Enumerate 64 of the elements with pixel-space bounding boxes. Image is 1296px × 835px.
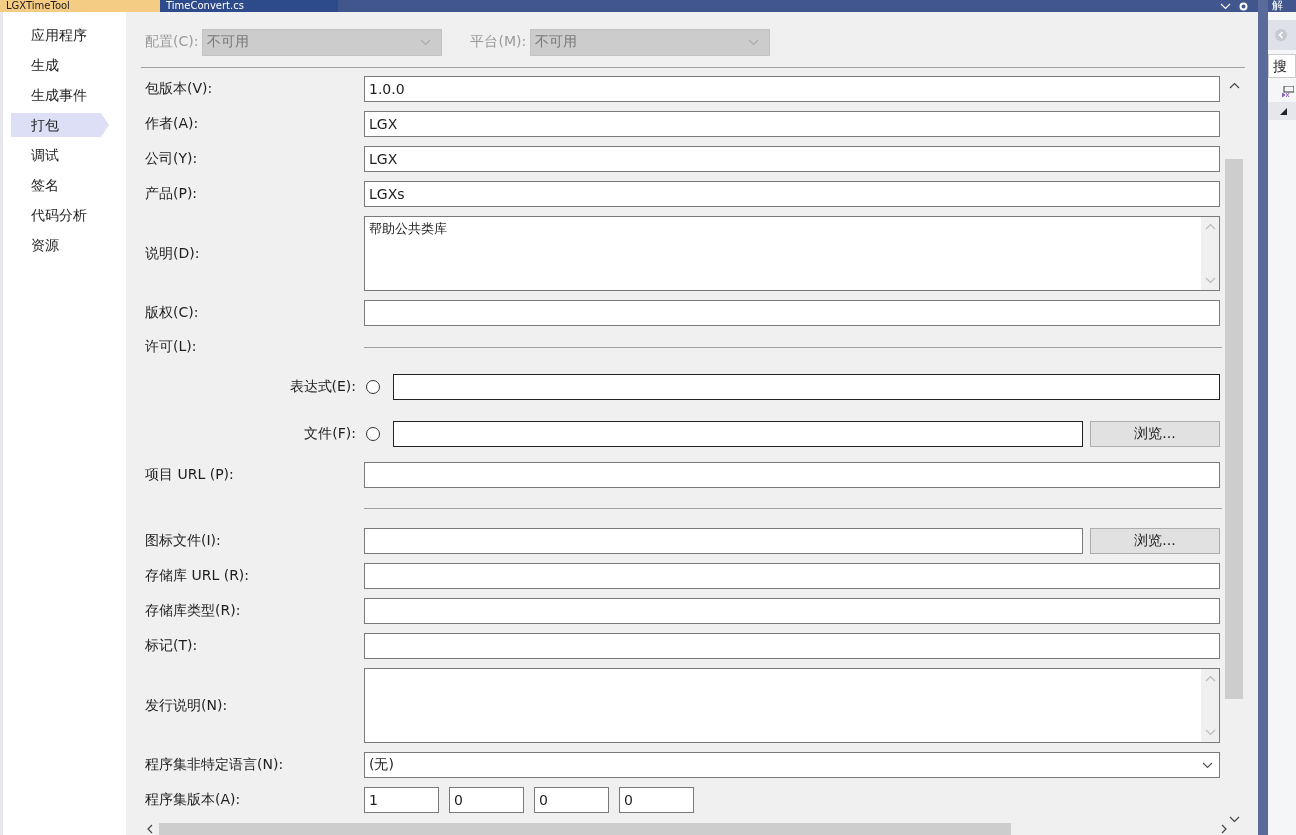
sidebar-item[interactable]: 签名 xyxy=(11,173,121,197)
search-field[interactable]: 搜 xyxy=(1268,54,1296,78)
document-tab[interactable]: LGXTimeTool xyxy=(0,0,160,12)
field-label: 标记(T): xyxy=(145,637,199,655)
field-label: 版权(C): xyxy=(145,304,200,322)
expand-triangle-icon[interactable] xyxy=(1280,107,1287,115)
sidebar-item[interactable]: 代码分析 xyxy=(11,203,121,227)
scroll-up-icon xyxy=(1204,223,1216,230)
text-field[interactable]: LGX xyxy=(364,111,1220,137)
field-label: 存储库类型(R): xyxy=(145,602,242,620)
text-field[interactable] xyxy=(364,462,1220,488)
sidebar-item[interactable]: 生成 xyxy=(11,53,121,77)
radio-button[interactable] xyxy=(366,380,380,394)
text-area[interactable]: 帮助公共类库 xyxy=(364,216,1220,291)
field-label: 文件(F): xyxy=(303,425,356,443)
text-field[interactable]: LGX xyxy=(364,146,1220,172)
scroll-up-icon xyxy=(1204,675,1216,682)
field-label: 说明(D): xyxy=(145,244,201,263)
scroll-down-icon xyxy=(1228,816,1240,823)
text-field[interactable]: LGXs xyxy=(364,181,1220,207)
document-tab[interactable]: TimeConvert.cs xyxy=(160,0,338,12)
config-label: 平台(M): xyxy=(470,33,527,51)
sidebar-item[interactable]: 调试 xyxy=(11,143,121,167)
scroll-down-icon xyxy=(1204,729,1216,736)
sidebar-item[interactable]: 生成事件 xyxy=(11,83,121,107)
scroll-right-icon xyxy=(1221,824,1228,834)
field-label: 程序集非特定语言(N): xyxy=(145,756,285,774)
version-field[interactable]: 1 xyxy=(364,787,439,813)
field-label: 产品(P): xyxy=(145,185,199,203)
sidebar-item[interactable]: 资源 xyxy=(11,233,121,257)
version-field[interactable]: 0 xyxy=(449,787,524,813)
text-field[interactable] xyxy=(364,598,1220,624)
text-field[interactable] xyxy=(364,528,1083,554)
version-field[interactable]: 0 xyxy=(619,787,694,813)
text-field[interactable] xyxy=(364,563,1220,589)
section-label: 许可(L): xyxy=(145,338,198,356)
field-label: 公司(Y): xyxy=(145,150,199,168)
scroll-up-icon xyxy=(1228,82,1240,89)
text-field[interactable]: 1.0.0 xyxy=(364,76,1220,102)
solution-icon[interactable] xyxy=(1282,86,1294,98)
text-field[interactable] xyxy=(364,633,1220,659)
settings-icon[interactable] xyxy=(1239,1,1248,11)
field-label: 项目 URL (P): xyxy=(145,466,235,484)
scroll-left-icon xyxy=(146,824,153,834)
browse-button[interactable]: 浏览... xyxy=(1090,421,1220,447)
version-field[interactable]: 0 xyxy=(534,787,609,813)
text-field[interactable] xyxy=(364,300,1220,326)
field-label: 图标文件(I): xyxy=(145,532,222,550)
text-field[interactable] xyxy=(393,374,1220,400)
sidebar-item[interactable]: 应用程序 xyxy=(11,23,121,47)
field-label: 包版本(V): xyxy=(145,80,214,98)
field-label: 发行说明(N): xyxy=(145,696,229,715)
tab-list-icon xyxy=(1220,2,1231,10)
field-label: 作者(A): xyxy=(145,115,200,133)
language-dropdown[interactable]: (无) xyxy=(364,752,1220,778)
scroll-down-icon xyxy=(1204,277,1216,284)
browse-button[interactable]: 浏览... xyxy=(1090,528,1220,554)
config-label: 配置(C): xyxy=(145,33,199,51)
text-field[interactable] xyxy=(393,421,1083,447)
field-label: 存储库 URL (R): xyxy=(145,567,251,585)
radio-button[interactable] xyxy=(366,427,380,441)
field-label: 程序集版本(A): xyxy=(145,791,242,809)
field-label: 表达式(E): xyxy=(288,378,356,396)
text-area[interactable] xyxy=(364,668,1220,743)
